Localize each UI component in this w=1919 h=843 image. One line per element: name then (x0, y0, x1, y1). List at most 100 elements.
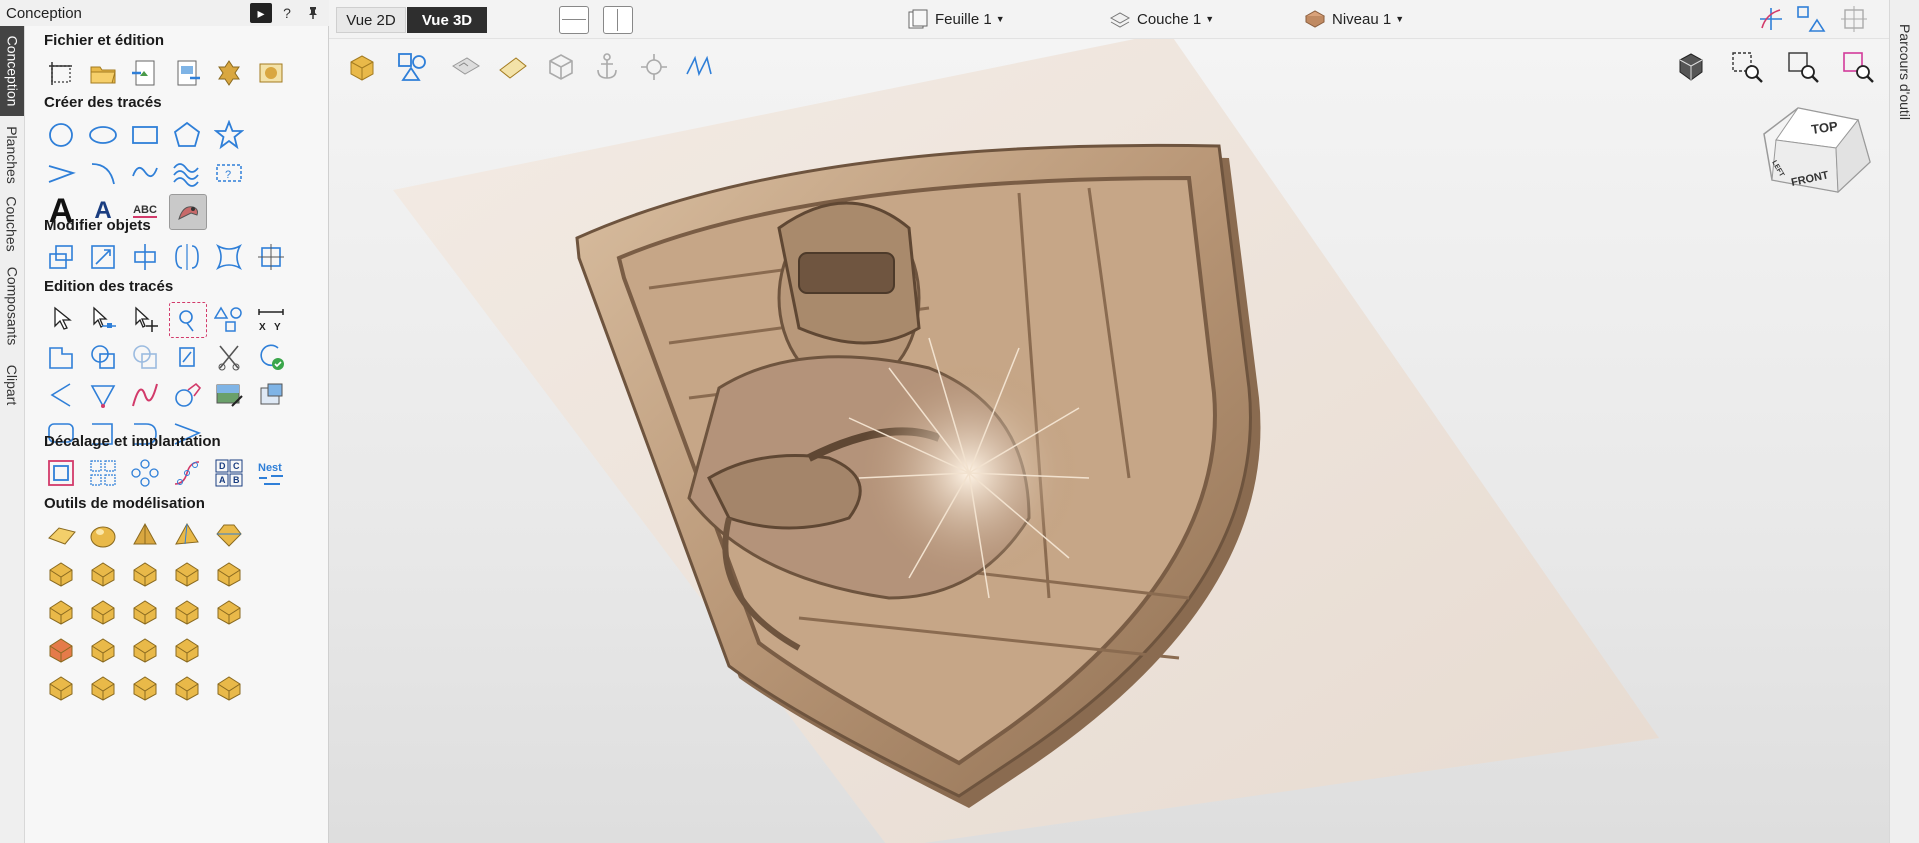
align-tool[interactable] (169, 240, 205, 274)
rectangle-tool[interactable] (127, 118, 163, 152)
curve-tool[interactable] (127, 156, 163, 190)
mirror-tool[interactable] (127, 240, 163, 274)
help-button[interactable]: ? (276, 3, 298, 23)
transform-tool[interactable] (253, 240, 289, 274)
tab-planches[interactable]: Planches (0, 120, 24, 190)
job-setup-button[interactable] (43, 56, 79, 90)
transform-select-tool[interactable] (127, 302, 163, 336)
tab-vue-3d[interactable]: Vue 3D (407, 7, 487, 33)
split-vertical-icon[interactable] (603, 6, 633, 34)
transform-gizmo-icon[interactable] (635, 48, 673, 86)
polygon-tool[interactable] (169, 118, 205, 152)
circular-array-tool[interactable] (127, 456, 163, 490)
subtract-tool[interactable] (85, 340, 121, 374)
dome-tool[interactable] (85, 518, 121, 552)
texture-tool[interactable] (43, 594, 79, 628)
tab-composants[interactable]: Composants (0, 258, 24, 354)
cut-block-tool[interactable] (169, 632, 205, 666)
tab-conception[interactable]: Conception (0, 26, 24, 116)
extrude-flat-tool[interactable] (43, 518, 79, 552)
scale-tool[interactable] (85, 240, 121, 274)
toolpath-lines-icon[interactable] (681, 48, 719, 86)
vectors-visibility-icon[interactable] (393, 48, 431, 86)
layer-tool[interactable] (169, 594, 205, 628)
key-tool[interactable] (127, 556, 163, 590)
stripe-texture-tool[interactable] (85, 594, 121, 628)
shapes-tool[interactable] (211, 302, 247, 336)
copy-along-curve-tool[interactable] (169, 456, 205, 490)
twist-tool[interactable] (169, 556, 205, 590)
cone-tool[interactable] (169, 518, 205, 552)
bevel-red-tool[interactable] (43, 632, 79, 666)
open-file-button[interactable] (85, 56, 121, 90)
label-array-tool[interactable]: DCAB (211, 456, 247, 490)
export-vectors-button[interactable] (169, 56, 205, 90)
offset-tool[interactable] (43, 456, 79, 490)
bitmap-tool[interactable] (253, 378, 289, 412)
ellipse-tool[interactable] (85, 118, 121, 152)
niveau-dropdown[interactable]: Niveau 1 ▼ (1304, 8, 1404, 30)
image-edit-tool[interactable] (211, 378, 247, 412)
import-bitmap-button[interactable] (253, 56, 289, 90)
circle-tool[interactable] (43, 118, 79, 152)
polyline-tool[interactable] (43, 156, 79, 190)
box-outline-tool[interactable] (169, 670, 205, 704)
distort-tool[interactable] (211, 240, 247, 274)
tab-parcours-outil[interactable]: Parcours d'outil (1894, 8, 1916, 138)
nesting-tool[interactable]: Nest (253, 456, 289, 490)
shapes-view-icon[interactable] (1795, 4, 1827, 34)
arc-tool[interactable] (85, 156, 121, 190)
wireframe-icon[interactable] (542, 48, 580, 86)
move-tool[interactable] (43, 240, 79, 274)
dimension-tool[interactable]: ? (211, 156, 247, 190)
shaded-cube-icon[interactable] (1672, 48, 1710, 86)
intersect-tool[interactable] (127, 340, 163, 374)
import-vectors-button[interactable] (127, 56, 163, 90)
snap-icon[interactable] (1756, 4, 1786, 34)
tab-couches[interactable]: Couches (0, 192, 24, 256)
sphere-edit-tool[interactable] (43, 556, 79, 590)
feuille-dropdown[interactable]: Feuille 1 ▼ (907, 8, 1005, 30)
bitmap-visibility-icon[interactable] (447, 48, 485, 86)
anchor-icon[interactable] (588, 48, 626, 86)
import-component-button[interactable] (211, 56, 247, 90)
zoom-extents-icon[interactable] (1784, 48, 1822, 86)
grid-view-icon[interactable] (1839, 4, 1869, 34)
split-horizontal-icon[interactable] (559, 6, 589, 34)
toolpath-preview-icon[interactable] (494, 48, 532, 86)
tab-vue-2d[interactable]: Vue 2D (336, 7, 406, 33)
zoom-box-icon[interactable] (1728, 48, 1766, 86)
tab-tool[interactable] (169, 378, 205, 412)
group-select-tool[interactable] (169, 302, 207, 338)
split-tool[interactable] (127, 594, 163, 628)
hand-tool[interactable] (211, 556, 247, 590)
fade-tool[interactable] (85, 632, 121, 666)
star-tool[interactable] (211, 118, 247, 152)
weld-tool[interactable] (43, 340, 79, 374)
smooth-curve-tool[interactable] (127, 378, 163, 412)
box-gold-tool[interactable] (211, 670, 247, 704)
flame-tool[interactable] (127, 632, 163, 666)
eagle-tool[interactable] (85, 670, 121, 704)
prism-tool[interactable] (211, 518, 247, 552)
node-edit-tool[interactable] (85, 302, 121, 336)
pyramid-tool[interactable] (127, 518, 163, 552)
measure-tool[interactable]: XY (253, 302, 289, 336)
view-cube[interactable]: TOP LEFT FRONT (1758, 100, 1878, 220)
close-vectors-tool[interactable] (253, 340, 289, 374)
array-copy-tool[interactable] (85, 456, 121, 490)
chevron-tool[interactable] (43, 378, 79, 412)
slice-tool[interactable] (43, 670, 79, 704)
trace-bitmap-tool[interactable] (169, 194, 207, 230)
stack-tool[interactable] (211, 594, 247, 628)
sculpt-tool[interactable] (85, 556, 121, 590)
tab-clipart[interactable]: Clipart (0, 356, 24, 414)
zoom-selection-icon[interactable] (1839, 48, 1877, 86)
select-tool[interactable] (43, 302, 79, 336)
wave-tool[interactable] (169, 156, 205, 190)
trim-tool[interactable] (211, 340, 247, 374)
pin-icon[interactable] (302, 3, 324, 23)
box-cut-tool[interactable] (127, 670, 163, 704)
fillet-tool[interactable] (169, 340, 205, 374)
material-block-icon[interactable] (343, 48, 381, 86)
